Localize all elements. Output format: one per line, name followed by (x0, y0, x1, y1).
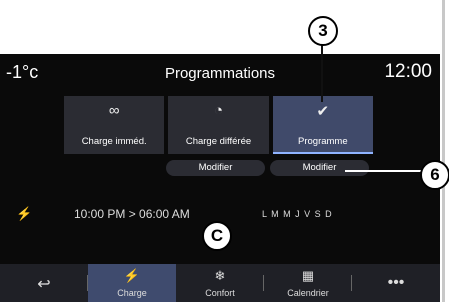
callout-3-leader (321, 44, 323, 102)
more-options-icon: ••• (387, 274, 405, 291)
nav-charge-label: Charge (117, 288, 147, 298)
mode-program[interactable]: ✔ Programme (272, 96, 373, 154)
bottom-navigation: ↩ ⚡ Charge ❄ Confort ▦ Calendrier ••• (0, 264, 440, 302)
mode-program-label: Programme (298, 136, 348, 147)
nav-calendar-label: Calendrier (287, 288, 329, 298)
mode-immediate-charge[interactable]: ∞ Charge imméd. (64, 96, 165, 154)
mode-immediate-label: Charge imméd. (81, 136, 147, 147)
page-title: Programmations (164, 65, 276, 82)
callout-3: 3 (308, 16, 338, 46)
nav-charge[interactable]: ⚡ Charge (88, 264, 176, 302)
calendar-check-icon: ✔ (316, 103, 330, 120)
charging-plug-icon: ⚡ (16, 206, 33, 221)
nav-more[interactable]: ••• (352, 264, 440, 302)
charge-schedule-screen: -1°c Programmations 12:00 ∞ Charge imméd… (0, 54, 440, 302)
callout-6-leader (345, 170, 425, 172)
mode-delayed-charge[interactable]: ◔ Charge différée (168, 96, 269, 154)
nav-back[interactable]: ↩ (0, 264, 88, 302)
callout-6: 6 (420, 160, 449, 190)
clock: 12:00 (384, 61, 432, 82)
callout-c: C (202, 221, 232, 251)
comfort-icon: ❄ (214, 268, 226, 283)
page-edge (442, 0, 445, 302)
schedule-days: L M M J V S D (262, 209, 333, 219)
nav-comfort-label: Confort (205, 288, 235, 298)
modify-delayed-button[interactable]: Modifier (166, 160, 265, 176)
nav-calendar[interactable]: ▦ Calendrier (264, 264, 352, 302)
back-arrow-icon: ↩ (37, 276, 51, 293)
clock-icon: ◔ (213, 102, 224, 119)
calendar-icon: ▦ (301, 268, 315, 283)
charge-icon: ⚡ (123, 268, 141, 283)
schedule-time: 10:00 PM > 06:00 AM (74, 207, 190, 221)
nav-comfort[interactable]: ❄ Confort (176, 264, 264, 302)
modify-program-button[interactable]: Modifier (270, 160, 369, 176)
status-bar: -1°c Programmations 12:00 (0, 54, 440, 94)
mode-delayed-label: Charge différée (185, 136, 252, 147)
charge-mode-selector: ∞ Charge imméd. ◔ Charge différée ✔ Prog… (64, 96, 373, 154)
infinity-icon: ∞ (108, 102, 120, 119)
